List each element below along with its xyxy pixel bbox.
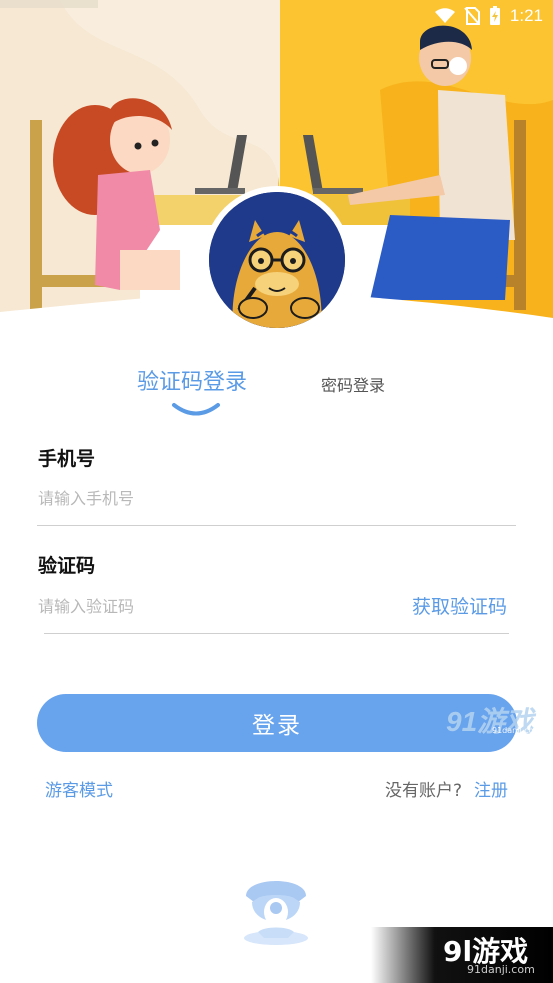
status-bar-left-area bbox=[0, 0, 98, 8]
tab-sms-login[interactable]: 验证码登录 bbox=[137, 364, 247, 396]
customer-service-icon[interactable] bbox=[238, 868, 314, 948]
status-time: 1:21 bbox=[509, 6, 543, 25]
login-tabs: 验证码登录 密码登录 bbox=[0, 364, 553, 424]
watermark-top: 91游戏 91danji.com bbox=[446, 700, 542, 740]
phone-underline bbox=[37, 525, 516, 526]
register-link[interactable]: 注册 bbox=[474, 776, 508, 801]
login-button[interactable]: 登录 bbox=[37, 694, 517, 752]
status-icons: 1:21 bbox=[434, 4, 543, 28]
mascot-icon bbox=[209, 192, 345, 328]
get-code-button[interactable]: 获取验证码 bbox=[412, 592, 507, 619]
code-underline bbox=[44, 633, 509, 634]
watermark-top-url: 91danji.com bbox=[492, 726, 542, 735]
watermark-bottom-url: 91danji.com bbox=[467, 963, 535, 976]
phone-label: 手机号 bbox=[38, 448, 96, 470]
no-account-text: 没有账户? bbox=[385, 781, 463, 801]
tab-password-login[interactable]: 密码登录 bbox=[321, 372, 385, 396]
app-avatar bbox=[203, 186, 351, 334]
code-label: 验证码 bbox=[38, 555, 96, 577]
watermark-bottom: 9l游戏 91danji.com bbox=[371, 927, 553, 983]
active-tab-indicator bbox=[172, 403, 220, 416]
no-sim-icon bbox=[464, 7, 480, 25]
status-bar: 1:21 bbox=[0, 0, 553, 32]
wifi-icon bbox=[434, 8, 455, 23]
phone-input[interactable] bbox=[38, 484, 508, 512]
avatar-mascot bbox=[209, 192, 345, 328]
guest-mode-link[interactable]: 游客模式 bbox=[45, 776, 113, 801]
battery-charging-icon bbox=[489, 6, 500, 25]
code-input[interactable] bbox=[38, 592, 388, 620]
